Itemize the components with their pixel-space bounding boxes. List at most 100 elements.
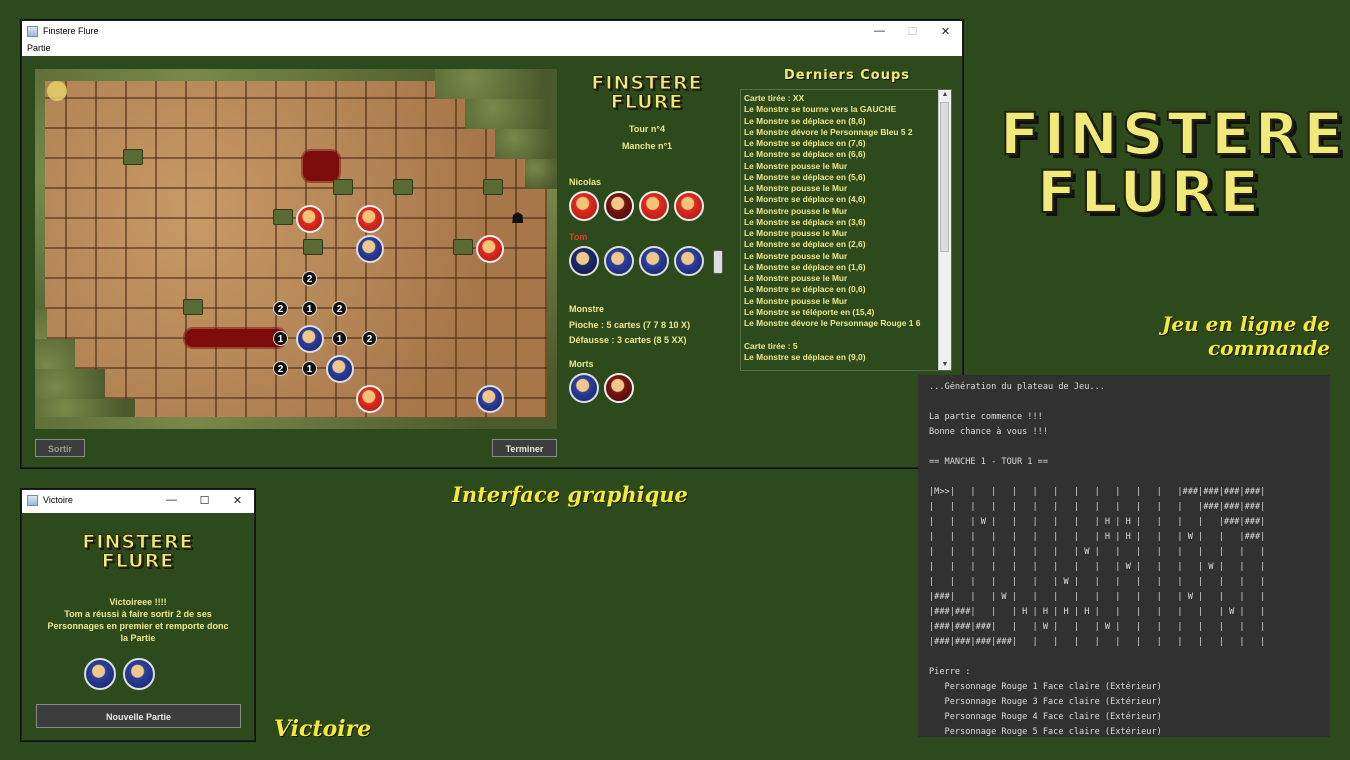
- maximize-button[interactable]: ☐: [896, 21, 929, 41]
- terminal-line: == MANCHE 1 - TOUR 1 ==: [929, 457, 1048, 467]
- red-pawn[interactable]: [569, 191, 599, 221]
- stone-block: [393, 179, 413, 195]
- terminal-console[interactable]: ...Génération du plateau de Jeu... La par…: [918, 375, 1330, 737]
- blue-pawn[interactable]: [356, 235, 384, 263]
- pioche-label: Pioche : 5 cartes (7 7 8 10 X): [569, 320, 691, 330]
- caption-ligne-de-commande: Jeu en ligne de commande: [1060, 312, 1330, 360]
- manche-label: Manche n°1: [621, 141, 673, 151]
- minimize-button[interactable]: —: [155, 490, 188, 510]
- red-pawn[interactable]: [476, 235, 504, 263]
- log-line: Le Monstre se téléporte en (15,4): [744, 306, 875, 317]
- terminer-button[interactable]: Terminer: [492, 439, 557, 457]
- log-line: Le Monstre pousse le Mur: [744, 250, 848, 261]
- red-pawn[interactable]: [356, 385, 384, 413]
- terminal-line: |###| | | W | | | | | | | | | W | | | |: [929, 592, 1266, 602]
- blue-pawn[interactable]: [476, 385, 504, 413]
- victory-line2: Tom a réussi à faire sortir 2 de ses: [64, 609, 212, 619]
- blue-pawn[interactable]: [604, 246, 634, 276]
- big-logo-line1: FINSTERE: [999, 100, 1347, 168]
- menu-partie[interactable]: Partie: [27, 43, 51, 53]
- log-line: Le Monstre se déplace en (1,6): [744, 261, 866, 272]
- red-pawn[interactable]: [674, 191, 704, 221]
- outer-grass-ne2: [465, 99, 557, 129]
- main-window-title: Finstere Flure: [43, 26, 99, 36]
- card-icon: [713, 250, 723, 274]
- minimize-button[interactable]: —: [863, 21, 896, 41]
- java-app-icon: [27, 25, 38, 37]
- log-line: Le Monstre se déplace en (9,0): [744, 351, 866, 362]
- scroll-down-icon[interactable]: ▼: [939, 360, 951, 370]
- game-board[interactable]: 2 2 1 2 1 1 2 2 1 ☗: [35, 69, 557, 429]
- terminal-line: | | | | | | | | | | | | | |###|###|###|: [929, 502, 1266, 512]
- terminal-line: | | | | | | | | | | W | | | | W | | |: [929, 562, 1266, 572]
- terminal-line: Personnage Rouge 5 Face claire (Extérieu…: [929, 727, 1162, 737]
- victory-window-title: Victoire: [43, 495, 73, 505]
- main-titlebar: Finstere Flure — ☐ ✕: [22, 21, 962, 41]
- terminal-line: |###|###|###|###| | | | | | | | | | | | …: [929, 637, 1266, 647]
- log-line: Le Monstre se déplace en (4,6): [744, 194, 866, 205]
- victory-line4: la Partie: [120, 633, 156, 643]
- scroll-up-icon[interactable]: ▲: [939, 90, 951, 100]
- terminal-line: | | | | | | | W | | | | | | | | | |: [929, 577, 1266, 587]
- log-line: Le Monstre pousse le Mur: [744, 295, 848, 306]
- maximize-button[interactable]: ☐: [188, 490, 221, 510]
- blue-pawn[interactable]: [296, 325, 324, 353]
- blue-pawn[interactable]: [326, 355, 354, 383]
- finstere-flure-logo: FINSTERE FLURE: [587, 73, 707, 112]
- terminal-line: ...Génération du plateau de Jeu...: [929, 382, 1105, 392]
- dead-red-pawn: [604, 373, 634, 403]
- log-line: Carte tirée : 5: [744, 340, 798, 351]
- red-pawn-dark[interactable]: [604, 191, 634, 221]
- caption-cmd-line2: commande: [1207, 336, 1330, 360]
- outer-grass-ne4: [525, 159, 557, 189]
- dead-pawns: [569, 373, 634, 403]
- victory-titlebar: Victoire — ☐ ✕: [22, 490, 254, 510]
- moves-log[interactable]: Carte tirée : XX Le Monstre se tourne ver…: [740, 89, 952, 371]
- moves-log-lines: Carte tirée : XX Le Monstre se tourne ver…: [744, 93, 937, 363]
- nouvelle-partie-button[interactable]: Nouvelle Partie: [36, 704, 241, 728]
- victory-line3: Personnages en premier et remporte donc: [47, 621, 229, 631]
- blue-pawn[interactable]: [639, 246, 669, 276]
- caption-victoire: Victoire: [274, 716, 372, 742]
- red-pawn[interactable]: [296, 205, 324, 233]
- outer-grass-ne1: [435, 69, 557, 99]
- log-line: Le Monstre se déplace en (6,6): [744, 149, 866, 160]
- log-line: Le Monstre se déplace en (3,6): [744, 216, 866, 227]
- morts-label: Morts: [569, 359, 594, 369]
- sortir-button[interactable]: Sortir: [35, 439, 85, 457]
- terminal-line: Personnage Rouge 4 Face claire (Extérieu…: [929, 712, 1162, 722]
- player-tom-label: Tom: [569, 232, 588, 242]
- victory-message: Victoireee !!!! Tom a réussi à faire sor…: [30, 596, 246, 644]
- log-line: Le Monstre se déplace en (8,6): [744, 115, 866, 126]
- red-pawn[interactable]: [356, 205, 384, 233]
- log-line: Carte tirée : XX: [744, 93, 805, 103]
- terminal-line: |M>>| | | | | | | | | | | |###|###|###|#…: [929, 487, 1266, 497]
- terminal-line: | | | W | | | | | | H | H | | | | |###|#…: [929, 517, 1266, 527]
- blue-pawn[interactable]: [674, 246, 704, 276]
- blue-pawn-dark[interactable]: [569, 246, 599, 276]
- log-line: Le Monstre dévore le Personnage Bleu 5 2: [744, 126, 913, 137]
- log-line: Le Monstre pousse le Mur: [744, 183, 848, 193]
- log-line: Le Monstre pousse le Mur: [744, 205, 848, 216]
- tom-pawns: [569, 246, 723, 276]
- terminal-output: ...Génération du plateau de Jeu... La par…: [929, 380, 1265, 737]
- red-pawn[interactable]: [639, 191, 669, 221]
- close-button[interactable]: ✕: [929, 21, 962, 41]
- log-line: Le Monstre se déplace en (7,6): [744, 138, 866, 148]
- terminal-line: | | | | | | | | W | | | | | | | | |: [929, 547, 1266, 557]
- marker-token: 2: [273, 301, 288, 316]
- close-button[interactable]: ✕: [221, 490, 254, 510]
- marker-token: 2: [332, 301, 347, 316]
- monster-icon: ☗: [511, 210, 525, 227]
- caption-cmd-line1: Jeu en ligne de: [1161, 312, 1330, 336]
- scroll-thumb[interactable]: [940, 102, 949, 252]
- log-line: Le Monstre se déplace en (2,6): [744, 239, 866, 250]
- log-scrollbar[interactable]: ▲ ▼: [938, 90, 951, 370]
- tour-label: Tour n°4: [629, 124, 665, 134]
- logo-line2: FLURE: [101, 550, 175, 572]
- player-nicolas-label: Nicolas: [569, 177, 602, 187]
- terminal-line: Bonne chance à vous !!!: [929, 427, 1048, 437]
